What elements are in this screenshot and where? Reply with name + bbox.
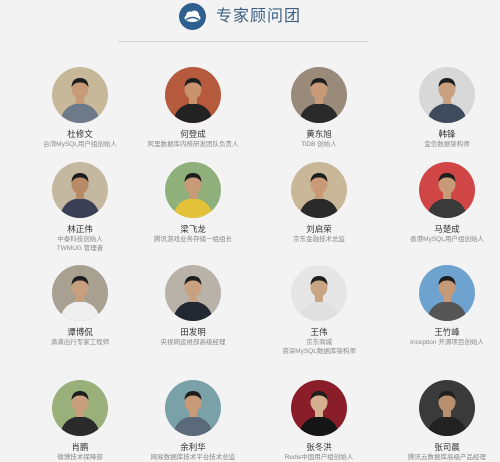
- expert-role: 滴滴出行专家工程师: [50, 339, 110, 346]
- avatar: [419, 67, 475, 123]
- avatar: [419, 265, 475, 321]
- expert-card[interactable]: 田发明央视网运维部高级经理: [133, 265, 253, 347]
- expert-card[interactable]: 谭博侃滴滴出行专家工程师: [20, 265, 140, 347]
- expert-role: TWMUG 管理者: [56, 245, 104, 252]
- avatar: [52, 162, 108, 218]
- expert-role: 香港MySQL用户组创始人: [410, 236, 484, 243]
- expert-name: 刘启荣: [306, 224, 332, 234]
- expert-name: 余利华: [180, 442, 206, 452]
- expert-name: 谭博侃: [67, 327, 93, 337]
- expert-role: Redis中国用户组创始人: [284, 454, 354, 461]
- expert-name: 杜修文: [67, 129, 93, 139]
- expert-role: Inception 开源项目创始人: [410, 339, 484, 346]
- expert-name: 梁飞龙: [180, 224, 206, 234]
- expert-card[interactable]: 马楚成香港MySQL用户组创始人: [387, 162, 500, 244]
- avatar: [291, 162, 347, 218]
- avatar: [291, 67, 347, 123]
- expert-role: TiDB 创始人: [301, 141, 337, 148]
- expert-role: 腾讯云数据库高级产品经理: [408, 454, 486, 461]
- expert-card[interactable]: 肖鹏 微博技术保障部: [20, 380, 140, 462]
- expert-role: 台湾MySQL用户组创始人: [43, 141, 117, 148]
- avatar: [419, 380, 475, 436]
- expert-name: 黄东旭: [306, 129, 332, 139]
- expert-role: 资深MySQL数据库架构师: [282, 348, 356, 355]
- expert-name: 肖鹏: [71, 442, 89, 452]
- expert-role: 京东商城: [306, 339, 332, 346]
- expert-role: 腾讯游戏业务存储一组组长: [154, 236, 232, 243]
- expert-card[interactable]: 王伟京东商城资深MySQL数据库架构师: [259, 265, 379, 356]
- expert-card[interactable]: 余利华网易数据库技术平台技术总监: [133, 380, 253, 462]
- expert-role: 阿里数据库内核研发团队负责人: [147, 141, 239, 148]
- expert-card[interactable]: 张司晨腾讯云数据库高级产品经理: [387, 380, 500, 462]
- expert-name: 田发明: [180, 327, 206, 337]
- expert-role: 微博技术保障部: [57, 454, 103, 461]
- expert-name: 林正伟: [67, 224, 93, 234]
- expert-card[interactable]: 黄东旭 TiDB 创始人: [259, 67, 379, 149]
- avatar: [291, 380, 347, 436]
- avatar: [165, 67, 221, 123]
- avatar: [52, 265, 108, 321]
- avatar: [165, 162, 221, 218]
- expert-name: 王伟: [310, 327, 328, 337]
- expert-role: 宜信数据架构师: [424, 141, 470, 148]
- expert-card[interactable]: 林正伟中泰科技创始人 TWMUG 管理者: [20, 162, 140, 253]
- avatar: [52, 67, 108, 123]
- expert-name: 王竹峰: [434, 327, 460, 337]
- avatar: [291, 265, 347, 321]
- expert-card[interactable]: 何登成阿里数据库内核研发团队负责人: [133, 67, 253, 149]
- avatar: [419, 162, 475, 218]
- expert-card[interactable]: 刘启荣京东金融技术总监: [259, 162, 379, 244]
- expert-card[interactable]: 梁飞龙腾讯游戏业务存储一组组长: [133, 162, 253, 244]
- expert-name: 张冬洪: [306, 442, 332, 452]
- expert-role: 央视网运维部高级经理: [160, 339, 226, 346]
- expert-role: 京东金融技术总监: [293, 236, 345, 243]
- expert-card[interactable]: 杜修文台湾MySQL用户组创始人: [20, 67, 140, 149]
- expert-card[interactable]: 张冬洪 Redis中国用户组创始人: [259, 380, 379, 462]
- expert-card[interactable]: 韩锋 宜信数据架构师: [387, 67, 500, 149]
- expert-name: 张司晨: [434, 442, 460, 452]
- expert-name: 何登成: [180, 129, 206, 139]
- expert-card[interactable]: 王竹峰 Inception 开源项目创始人: [387, 265, 500, 347]
- expert-name: 韩锋: [438, 129, 456, 139]
- expert-role: 中泰科技创始人: [57, 236, 103, 243]
- avatar: [52, 380, 108, 436]
- expert-name: 马楚成: [434, 224, 460, 234]
- expert-grid: 杜修文 台湾MySQL用户组创始人 何登成 阿里数据库内核研发团队负责人 黄东旭 TiDB…: [0, 0, 500, 462]
- expert-role: 网易数据库技术平台技术总监: [150, 454, 236, 461]
- avatar: [165, 380, 221, 436]
- avatar: [165, 265, 221, 321]
